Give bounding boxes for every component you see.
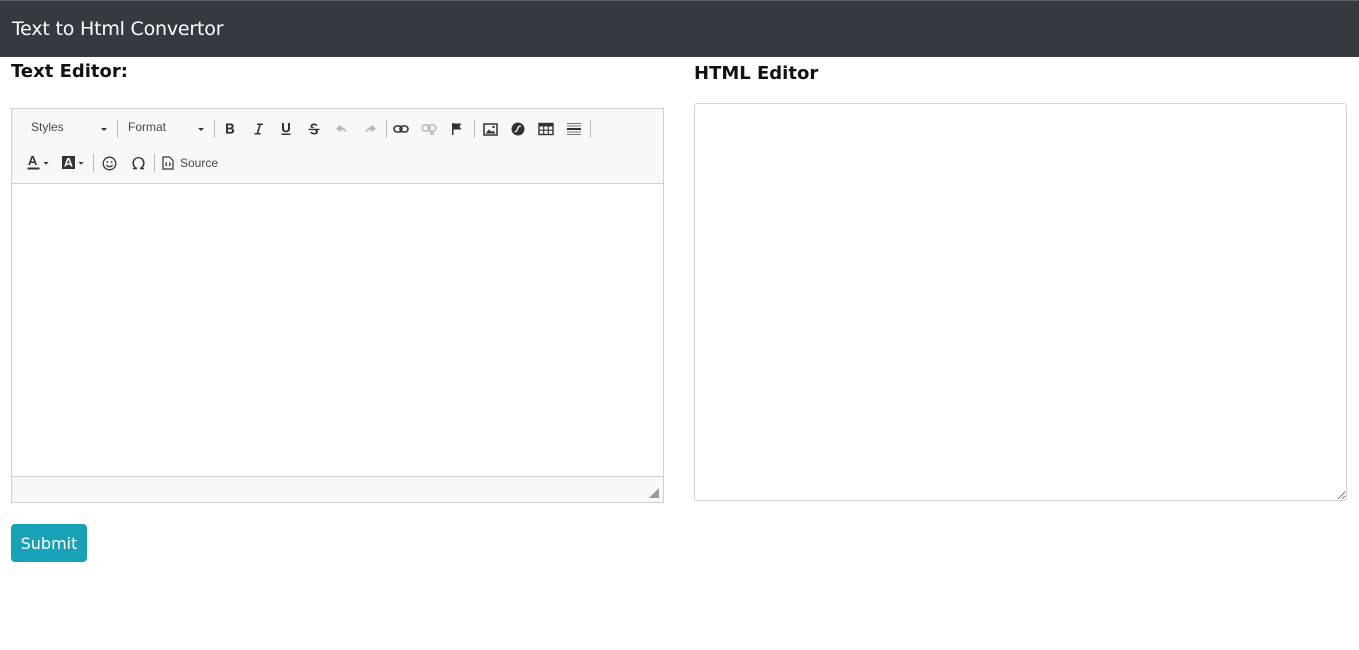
redo-icon [365, 124, 376, 133]
underline-button[interactable] [275, 118, 297, 140]
source-button-label: Source [180, 156, 219, 170]
source-icon [162, 156, 174, 170]
editor-content-area[interactable] [12, 184, 663, 476]
strikethrough-icon [308, 123, 320, 135]
source-button[interactable]: Source [162, 152, 218, 174]
bold-button[interactable] [219, 118, 241, 140]
text-color-icon [27, 156, 49, 170]
table-icon [538, 122, 554, 136]
toolbar-separator [474, 120, 475, 138]
format-dropdown-label: Format [128, 120, 167, 134]
link-icon [393, 125, 409, 133]
table-button[interactable] [535, 118, 557, 140]
background-color-button[interactable] [60, 152, 88, 174]
toolbar-separator [117, 120, 118, 138]
undo-icon [336, 124, 347, 133]
navbar: Text to Html Convertor [0, 0, 1359, 57]
toolbar-separator [590, 120, 591, 138]
horizontal-rule-icon [567, 123, 581, 135]
text-editor-heading: Text Editor: [11, 61, 128, 82]
rich-text-editor: Styles Format Source [11, 108, 664, 503]
smiley-icon [102, 156, 116, 170]
chevron-down-icon [198, 128, 204, 131]
html-editor-heading: HTML Editor [694, 63, 819, 84]
flash-icon [511, 122, 525, 136]
italic-button[interactable] [247, 118, 269, 140]
special-char-button[interactable] [127, 152, 149, 174]
bold-icon [226, 123, 235, 134]
smiley-button[interactable] [98, 152, 120, 174]
horizontal-rule-button[interactable] [563, 118, 585, 140]
format-dropdown[interactable]: Format [128, 120, 208, 140]
link-button[interactable] [390, 118, 412, 140]
strikethrough-button[interactable] [303, 118, 325, 140]
toolbar-separator [93, 154, 94, 172]
unlink-button[interactable] [418, 118, 440, 140]
html-editor-textarea[interactable] [694, 103, 1347, 501]
toolbar-separator [386, 120, 387, 138]
toolbar-separator [154, 154, 155, 172]
styles-dropdown-label: Styles [31, 120, 64, 134]
italic-icon [254, 123, 263, 135]
background-color-icon [62, 156, 84, 169]
editor-status-bar [12, 476, 663, 502]
text-color-button[interactable] [25, 152, 53, 174]
anchor-icon [452, 123, 462, 135]
submit-button[interactable]: Submit [11, 524, 87, 562]
flash-button[interactable] [507, 118, 529, 140]
image-button[interactable] [479, 118, 501, 140]
app-title[interactable]: Text to Html Convertor [12, 18, 224, 40]
special-char-icon [131, 156, 145, 169]
image-icon [482, 122, 498, 136]
resize-handle-icon[interactable] [649, 488, 659, 498]
editor-toolbar: Styles Format Source [12, 109, 663, 184]
styles-dropdown[interactable]: Styles [31, 120, 111, 140]
undo-button[interactable] [331, 118, 353, 140]
chevron-down-icon [101, 128, 107, 131]
unlink-icon [421, 124, 437, 136]
toolbar-separator [214, 120, 215, 138]
underline-icon [281, 123, 291, 135]
redo-button[interactable] [359, 118, 381, 140]
anchor-button[interactable] [446, 118, 468, 140]
